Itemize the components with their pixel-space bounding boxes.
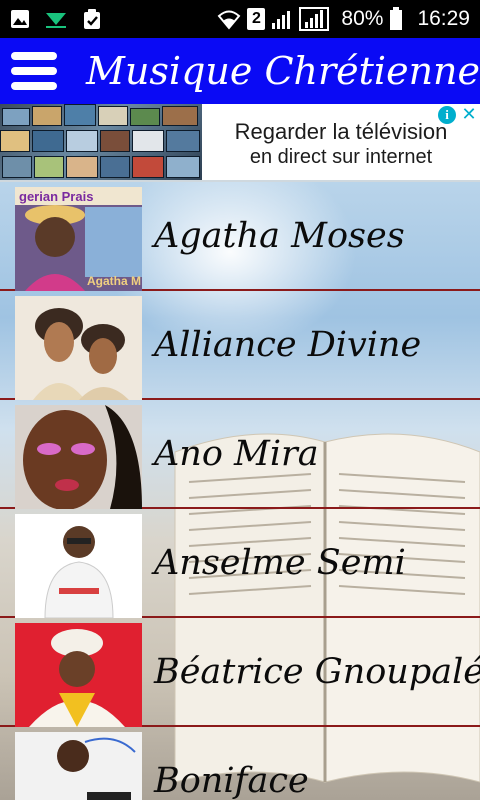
artist-thumbnail (15, 405, 142, 509)
battery-percent: 80% (341, 7, 384, 30)
list-item[interactable]: Béatrice Gnoupalé (0, 618, 480, 727)
artist-list: gerian Prais Agatha M Agatha Moses Allia… (0, 182, 480, 800)
artist-name: Anselme Semi (154, 542, 406, 583)
artist-thumbnail (15, 296, 142, 400)
artist-thumbnail (15, 623, 142, 727)
list-item[interactable]: Anselme Semi (0, 509, 480, 618)
list-item[interactable]: gerian Prais Agatha M Agatha Moses (0, 182, 480, 291)
artist-name: Béatrice Gnoupalé (154, 651, 480, 692)
thumb-caption-top: gerian Prais (19, 189, 93, 204)
artist-list-screen: gerian Prais Agatha M Agatha Moses Allia… (0, 182, 480, 800)
app-title: Musique Chrétienne (86, 49, 480, 93)
list-item[interactable]: Ano Mira (0, 400, 480, 509)
ad-close-icon[interactable]: ✕ (460, 106, 478, 124)
menu-line-icon (11, 82, 58, 90)
artist-name: Alliance Divine (154, 324, 422, 365)
ad-banner[interactable]: Regarder la télévision en direct sur int… (0, 104, 480, 182)
ad-subline: en direct sur internet (249, 146, 433, 168)
ad-image[interactable] (0, 104, 202, 180)
thumb-caption-bottom: Agatha M (87, 274, 141, 288)
ad-info-icon[interactable]: i (438, 106, 456, 124)
artist-name: Agatha Moses (154, 215, 405, 256)
artist-thumbnail (15, 732, 142, 800)
signal-icon (271, 8, 293, 30)
clipboard-check-icon (82, 8, 102, 30)
image-icon (10, 9, 30, 29)
wifi-icon (217, 8, 241, 30)
battery-icon (389, 7, 403, 31)
list-item[interactable]: Boniface (0, 727, 480, 800)
artist-name: Ano Mira (154, 433, 319, 474)
artist-thumbnail: gerian Prais Agatha M (15, 187, 142, 291)
signal-icon-2 (299, 7, 330, 31)
download-icon (44, 9, 68, 29)
app-bar: Musique Chrétienne (0, 38, 480, 104)
ad-headline: Regarder la télévision (234, 119, 448, 144)
menu-line-icon (11, 52, 58, 60)
hamburger-menu-button[interactable] (0, 38, 68, 104)
menu-line-icon (11, 67, 58, 75)
list-item[interactable]: Alliance Divine (0, 291, 480, 400)
artist-thumbnail (15, 514, 142, 618)
status-bar: 2 80% 16:29 (0, 0, 480, 38)
artist-name: Boniface (154, 760, 309, 800)
sim-badge: 2 (247, 8, 266, 30)
clock: 16:29 (417, 7, 470, 30)
